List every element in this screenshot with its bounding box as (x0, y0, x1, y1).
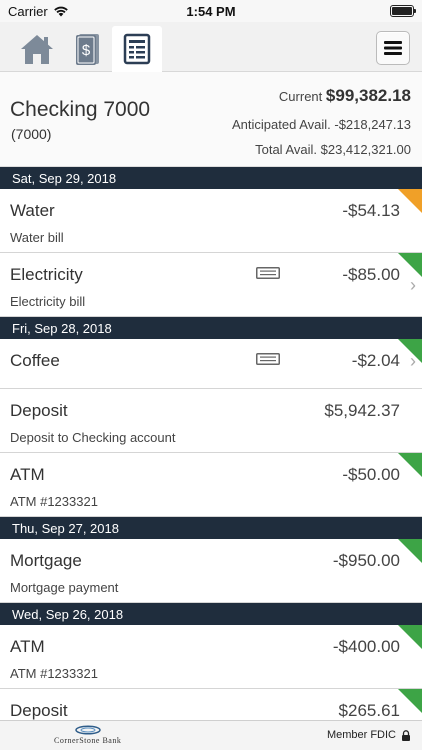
status-time: 1:54 PM (186, 3, 236, 19)
transaction-amount: -$85.00 (342, 265, 400, 284)
transaction-amount: $5,942.37 (324, 401, 400, 420)
cleared-check-icon: ✓ (388, 253, 422, 277)
transaction-amount: -$950.00 (332, 551, 400, 570)
transaction-name: Coffee (10, 351, 60, 370)
transaction-description: Deposit to Checking account (10, 430, 176, 445)
date-header: Sat, Sep 29, 2018 (0, 167, 422, 189)
cleared-check-icon: ✓ (388, 453, 422, 477)
transaction-description: ATM #1233321 (10, 666, 98, 681)
lock-icon (402, 729, 410, 741)
date-header: Thu, Sep 27, 2018 (0, 517, 422, 539)
transaction-row[interactable]: Water Water bill -$54.13 ◷ (0, 189, 422, 253)
transaction-name: ATM (10, 465, 45, 484)
current-balance: Current $99,382.18 (279, 86, 411, 106)
transaction-row[interactable]: Electricity Electricity bill -$85.00 › ✓ (0, 253, 422, 317)
transaction-description: ATM #1233321 (10, 494, 98, 509)
nav-bar: $ (0, 22, 422, 72)
transaction-row[interactable]: ATM ATM #1233321 -$50.00 ✓ (0, 453, 422, 517)
cleared-check-icon: ✓ (388, 625, 422, 649)
date-header: Fri, Sep 28, 2018 (0, 317, 422, 339)
menu-button[interactable] (376, 31, 410, 65)
status-bar: Carrier 1:54 PM (0, 0, 422, 22)
transaction-row[interactable]: Mortgage Mortgage payment -$950.00 ✓ (0, 539, 422, 603)
tab-statement[interactable] (112, 26, 162, 72)
tab-transfer[interactable]: $ (62, 26, 112, 72)
hamburger-icon (384, 41, 402, 55)
member-fdic-label: Member FDIC (326, 729, 396, 741)
transaction-name: Deposit (10, 701, 68, 720)
account-summary: Checking 7000 (7000) Current $99,382.18 … (0, 72, 422, 167)
memo-icon (256, 267, 280, 279)
account-number: (7000) (11, 126, 52, 142)
chevron-right-icon[interactable]: › (410, 275, 416, 296)
transaction-description: Water bill (10, 230, 64, 245)
account-name: Checking 7000 (10, 98, 151, 121)
wifi-icon (53, 6, 68, 17)
tab-home[interactable] (12, 26, 62, 72)
memo-icon (256, 353, 280, 365)
cleared-check-icon: ✓ (388, 689, 422, 713)
cleared-check-icon: ✓ (388, 339, 422, 363)
transaction-row[interactable]: ATM ATM #1233321 -$400.00 ✓ (0, 625, 422, 689)
anticipated-balance: Anticipated Avail. -$218,247.13 (231, 117, 411, 132)
carrier-label: Carrier (8, 3, 48, 19)
total-balance: Total Avail. $23,412,321.00 (255, 142, 411, 157)
statement-icon (123, 33, 151, 65)
current-balance-amount: $99,382.18 (325, 86, 411, 105)
transaction-amount: -$400.00 (332, 637, 400, 656)
transaction-list[interactable]: Sat, Sep 29, 2018 Water Water bill -$54.… (0, 167, 422, 720)
transaction-row[interactable]: Coffee -$2.04 › ✓ (0, 339, 422, 389)
transaction-name: Electricity (10, 265, 83, 284)
money-icon: $ (76, 34, 99, 65)
transaction-name: ATM (10, 637, 45, 656)
transaction-amount: -$2.04 (351, 351, 400, 370)
transaction-amount: -$54.13 (342, 201, 400, 220)
transaction-name: Mortgage (10, 551, 82, 570)
transaction-amount: -$50.00 (342, 465, 400, 484)
current-balance-label: Current (278, 89, 323, 104)
transaction-row[interactable]: Deposit $265.61 ✓ (0, 689, 422, 720)
transaction-row[interactable]: Deposit Deposit to Checking account $5,9… (0, 389, 422, 453)
bank-logo-icon (74, 725, 101, 735)
transaction-description: Electricity bill (10, 294, 86, 309)
footer: CornerStone Bank Member FDIC (0, 720, 422, 750)
battery-icon (389, 5, 416, 17)
cleared-check-icon: ✓ (388, 539, 422, 563)
pending-status-icon: ◷ (388, 189, 422, 213)
transaction-description: Mortgage payment (10, 580, 119, 595)
date-header: Wed, Sep 26, 2018 (0, 603, 422, 625)
transaction-amount: $265.61 (338, 701, 400, 720)
transaction-name: Water (10, 201, 55, 220)
transaction-name: Deposit (10, 401, 68, 420)
bank-name: CornerStone Bank (54, 736, 122, 745)
bank-logo: CornerStone Bank (54, 725, 121, 745)
home-icon (21, 35, 53, 64)
member-fdic: Member FDIC (327, 729, 410, 741)
svg-text:$: $ (82, 42, 91, 59)
